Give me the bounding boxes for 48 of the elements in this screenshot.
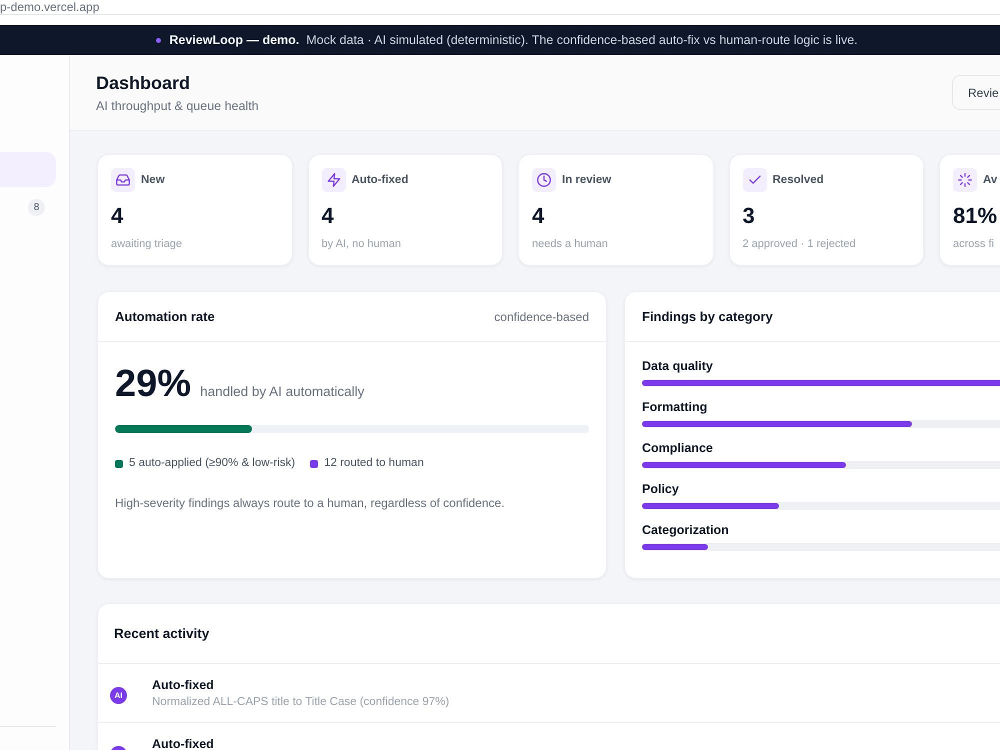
check-icon: [742, 168, 766, 192]
stat-note: across fi: [953, 237, 995, 251]
dot-icon: [156, 38, 162, 42]
loader-icon: [953, 168, 977, 192]
page-subtitle: AI throughput & queue health: [96, 98, 260, 114]
stat-label: In review: [562, 174, 612, 186]
automation-percent: 29%: [115, 362, 192, 406]
card-title: Recent activity: [114, 626, 210, 641]
banner-text: ReviewLoop — demo. Mock data · AI simulated (deterministic). The confidence-based auto-fix vs human-route logic is live.: [169, 33, 858, 47]
lightning-icon: [322, 168, 346, 192]
clock-icon: [532, 168, 556, 192]
ai-badge: AI: [110, 687, 127, 704]
stat-label: New: [141, 174, 165, 186]
card-title: Automation rate: [115, 309, 215, 324]
count-badge: 8: [28, 199, 45, 216]
card-tag: confidence-based: [494, 310, 589, 324]
stat-value: 4: [322, 203, 335, 229]
category-label: Data quality: [642, 359, 714, 374]
category-label: Policy: [642, 482, 680, 497]
stat-note: needs a human: [532, 237, 609, 251]
legend-label: 12 routed to human: [324, 457, 424, 470]
nav-item[interactable]: 8: [0, 190, 56, 225]
category-label: Categorization: [642, 523, 730, 538]
stat-note: awaiting triage: [111, 237, 183, 251]
stat-value: 3: [742, 203, 756, 229]
card-title: Findings by category: [642, 309, 773, 324]
category-label: Formatting: [642, 400, 708, 415]
automation-note: High-severity findings always route to a human, regardless of confidence.: [115, 496, 506, 510]
activity-row[interactable]: AI Auto-fixed Normalized ALL-CAPS title to Title Case (confidence 97%): [98, 664, 1000, 723]
stat-label: Resolved: [772, 174, 824, 186]
stat-label: Av: [983, 174, 998, 186]
stat-value: 4: [532, 203, 546, 229]
activity-detail: Normalized ALL-CAPS title to Title Case (confidence 97%): [152, 695, 450, 709]
automation-caption: handled by AI automatically: [200, 384, 364, 399]
stat-note: 2 approved · 1 rejected: [742, 237, 857, 251]
stat-note: by AI, no human: [322, 237, 402, 251]
review-button[interactable]: Revie: [952, 75, 1000, 110]
stat-label: Auto-fixed: [352, 174, 408, 186]
inbox-icon: [111, 168, 135, 192]
activity-title: Auto-fixed: [152, 678, 215, 692]
stat-value: 4: [111, 203, 124, 229]
page-title: Dashboard: [96, 72, 192, 94]
legend-label: 5 auto-applied (≥90% & low-risk): [129, 457, 296, 470]
url-text: p-demo.vercel.app: [0, 0, 100, 14]
activity-row[interactable]: Auto-fixed: [98, 723, 1000, 750]
category-label: Compliance: [642, 441, 714, 456]
activity-title: Auto-fixed: [152, 737, 214, 750]
stat-value: 81%: [953, 203, 998, 229]
